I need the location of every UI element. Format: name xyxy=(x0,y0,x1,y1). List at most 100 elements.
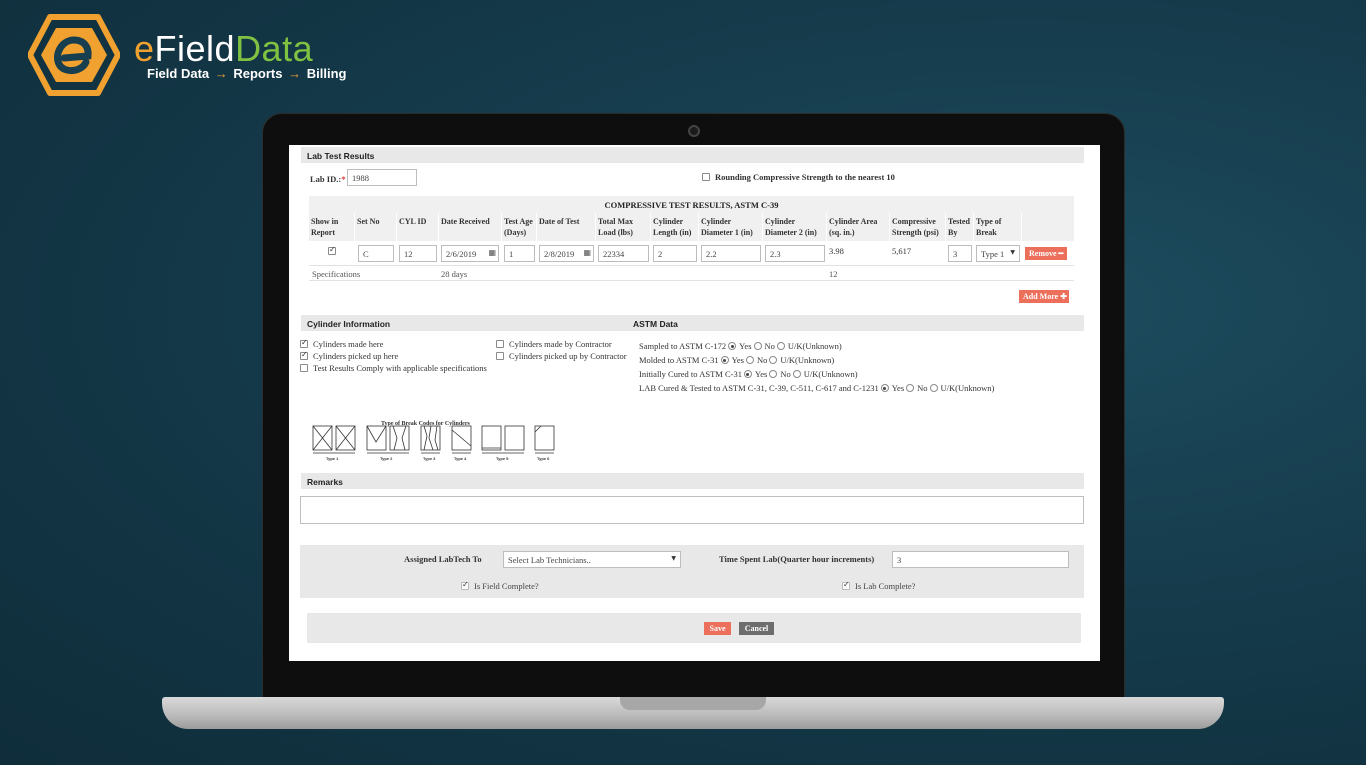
header-cylinder-area: Cylinder Area (sq. in.) xyxy=(827,213,890,241)
specifications-label: Specifications xyxy=(312,269,361,279)
header-compressive-strength: Compressive Strength (psi) xyxy=(890,213,946,241)
save-button[interactable]: Save xyxy=(704,622,731,635)
arrow-icon: → xyxy=(288,66,302,81)
date-received-input[interactable]: 2/6/2019 ▦ xyxy=(441,245,499,262)
checkbox[interactable] xyxy=(300,338,308,348)
break-type-4-label: Type 4 xyxy=(454,456,467,461)
header-cylinder-diameter-1: Cylinder Diameter 1 (in) xyxy=(699,213,763,241)
remove-row-button[interactable]: Remove ━ xyxy=(1025,247,1067,260)
labtech-label: Assigned LabTech To xyxy=(404,554,482,564)
header-type-of-break: Type of Break xyxy=(974,213,1022,241)
camera-icon xyxy=(688,125,700,137)
astm-row-sampled: Sampled to ASTM C-172 Yes No U/K(Unknown) xyxy=(639,341,842,351)
cylinders-picked-up-here-option[interactable]: Cylinders picked up here xyxy=(300,350,398,361)
specifications-age: 28 days xyxy=(441,269,468,279)
show-in-report-checkbox[interactable] xyxy=(328,245,336,255)
header-cyl-id: CYL ID xyxy=(397,213,439,241)
header-actions xyxy=(1022,213,1074,241)
lab-complete-option[interactable]: Is Lab Complete? xyxy=(842,580,915,591)
header-date-received: Date Received xyxy=(439,213,502,241)
break-type-3-label: Type 3 xyxy=(423,456,436,461)
break-type-5-label: Type 5 xyxy=(496,456,509,461)
arrow-icon: → xyxy=(214,66,228,81)
specifications-value: 12 xyxy=(829,269,838,279)
radio-yes[interactable] xyxy=(743,370,752,378)
checkbox[interactable] xyxy=(300,350,308,360)
brand-logo: eFieldData Field Data → Reports → Billin… xyxy=(28,14,348,98)
radio-no[interactable] xyxy=(753,342,762,350)
minus-icon: ━ xyxy=(1058,249,1064,258)
radio-yes[interactable] xyxy=(728,342,737,350)
radio-no[interactable] xyxy=(745,356,754,364)
field-complete-checkbox[interactable] xyxy=(461,580,469,590)
rounding-checkbox[interactable] xyxy=(702,173,710,181)
field-complete-option[interactable]: Is Field Complete? xyxy=(461,580,539,591)
type-of-break-select[interactable]: Type 1 ▼ xyxy=(976,245,1020,262)
break-type-1-label: Type 1 xyxy=(326,456,339,461)
remarks-textarea[interactable] xyxy=(300,496,1084,524)
time-spent-input[interactable]: 3 xyxy=(892,551,1069,568)
header-cylinder-length: Cylinder Length (in) xyxy=(651,213,699,241)
labtech-select[interactable]: Select Lab Technicians.. ▼ xyxy=(503,551,681,568)
radio-no[interactable] xyxy=(906,384,915,392)
radio-unknown[interactable] xyxy=(776,342,785,350)
brand-tagline: Field Data → Reports → Billing xyxy=(147,66,347,81)
compressive-table-title: COMPRESSIVE TEST RESULTS, ASTM C-39 xyxy=(309,196,1074,213)
astm-row-molded: Molded to ASTM C-31 Yes No U/K(Unknown) xyxy=(639,355,835,365)
cylinder-length-input[interactable]: 2 xyxy=(653,245,697,262)
plus-icon: ✚ xyxy=(1060,292,1067,301)
checkbox[interactable] xyxy=(496,352,504,360)
picked-up-by-contractor-option[interactable]: Cylinders picked up by Contractor xyxy=(496,351,627,361)
checkbox[interactable] xyxy=(300,364,308,372)
calendar-icon[interactable]: ▦ xyxy=(488,248,496,257)
checkbox[interactable] xyxy=(496,340,504,348)
radio-unknown[interactable] xyxy=(792,370,801,378)
laptop-notch xyxy=(620,697,766,710)
row-show-in-report[interactable] xyxy=(328,245,341,256)
cancel-button[interactable]: Cancel xyxy=(739,622,774,635)
astm-row-lab-cured: LAB Cured & Tested to ASTM C-31, C-39, C… xyxy=(639,383,995,393)
time-spent-label: Time Spent Lab(Quarter hour increments) xyxy=(719,554,875,564)
cylinder-area-value: 3.98 xyxy=(829,246,844,256)
header-set-no: Set No xyxy=(355,213,397,241)
lab-id-label: Lab ID.:* xyxy=(310,174,346,184)
date-of-test-input[interactable]: 2/8/2019 ▦ xyxy=(539,245,594,262)
radio-yes[interactable] xyxy=(720,356,729,364)
test-age-input[interactable]: 1 xyxy=(504,245,535,262)
radio-yes[interactable] xyxy=(880,384,889,392)
radio-no[interactable] xyxy=(769,370,778,378)
calendar-icon[interactable]: ▦ xyxy=(583,248,591,257)
row-divider xyxy=(309,265,1074,266)
brand-wordmark: eFieldData xyxy=(134,28,314,69)
section-title-astm-data: ASTM Data xyxy=(627,315,1084,331)
lab-id-input[interactable]: 1988 xyxy=(347,169,417,186)
radio-unknown[interactable] xyxy=(769,356,778,364)
made-by-contractor-option[interactable]: Cylinders made by Contractor xyxy=(496,339,612,349)
add-more-button[interactable]: Add More ✚ xyxy=(1019,290,1069,303)
results-comply-option[interactable]: Test Results Comply with applicable spec… xyxy=(300,363,487,373)
break-type-2-label: Type 2 xyxy=(380,456,393,461)
break-type-diagram: Type 1 Type 2 Type 3 Type 4 Type 5 Type … xyxy=(312,425,555,461)
hexagon-logo-icon xyxy=(28,14,120,96)
rounding-option[interactable]: Rounding Compressive Strength to the nea… xyxy=(702,172,895,182)
lab-complete-checkbox[interactable] xyxy=(842,580,850,590)
header-tested-by: Tested By xyxy=(946,213,974,241)
chevron-down-icon: ▼ xyxy=(671,555,676,562)
total-max-load-input[interactable]: 22334 xyxy=(598,245,649,262)
section-title-lab-test-results: Lab Test Results xyxy=(301,147,1084,163)
compressive-strength-value: 5,617 xyxy=(892,246,912,256)
tested-by-input[interactable]: 3 xyxy=(948,245,972,262)
row-divider xyxy=(309,280,1074,281)
section-title-cylinder-information: Cylinder Information xyxy=(301,315,629,331)
cyl-id-input[interactable]: 12 xyxy=(399,245,437,262)
set-no-input[interactable]: C xyxy=(358,245,394,262)
radio-unknown[interactable] xyxy=(929,384,938,392)
break-type-6-label: Type 6 xyxy=(537,456,550,461)
header-test-age: Test Age (Days) xyxy=(502,213,537,241)
form-actions-bar xyxy=(307,613,1081,643)
header-show-in-report: Show in Report xyxy=(309,213,355,241)
cylinders-made-here-option[interactable]: Cylinders made here xyxy=(300,338,383,349)
header-total-max-load: Total Max Load (lbs) xyxy=(596,213,651,241)
cylinder-diameter-2-input[interactable]: 2.3 xyxy=(765,245,825,262)
cylinder-diameter-1-input[interactable]: 2.2 xyxy=(701,245,761,262)
